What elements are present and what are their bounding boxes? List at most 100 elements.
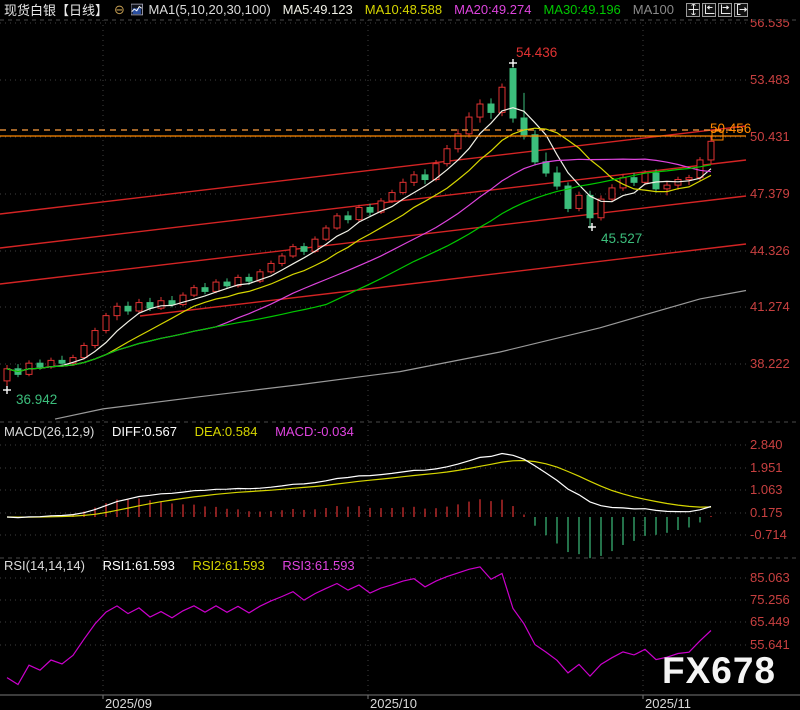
y-axis-label: 47.379: [750, 186, 790, 201]
candle-body[interactable]: [224, 282, 230, 286]
candle-body[interactable]: [4, 369, 10, 381]
price-annotation: 54.436: [516, 45, 557, 60]
rsi-header: RSI(14,14,14) RSI1:61.593 RSI2:61.593 RS…: [4, 558, 369, 573]
candle-body[interactable]: [191, 288, 197, 295]
candle-body[interactable]: [411, 175, 417, 182]
watermark: FX678: [662, 650, 776, 692]
candle-body[interactable]: [642, 173, 648, 182]
x-axis-label: 2025/11: [645, 696, 691, 710]
collapse-icon[interactable]: ⊖: [114, 2, 125, 18]
candle-body[interactable]: [510, 69, 516, 118]
price-annotation: 45.527: [601, 231, 642, 246]
x-axis-label: 2025/10: [370, 696, 417, 710]
candle-body[interactable]: [609, 188, 615, 199]
y-axis-label: 65.449: [750, 614, 790, 629]
candle-body[interactable]: [466, 117, 472, 134]
price-annotation: 50.456: [710, 121, 751, 136]
candle-body[interactable]: [158, 301, 164, 308]
candle-body[interactable]: [202, 288, 208, 292]
rsi2-value: RSI2:61.593: [192, 558, 264, 573]
trendline[interactable]: [0, 126, 746, 214]
y-axis-label: 53.483: [750, 72, 790, 87]
instrument-title: 现货白银【日线】: [4, 0, 108, 19]
candle-body[interactable]: [290, 247, 296, 256]
trendline[interactable]: [140, 244, 746, 316]
rsi-settings-label: RSI(14,14,14): [4, 558, 85, 573]
y-axis-label: 44.326: [750, 243, 790, 258]
ma30-line: [7, 165, 711, 372]
y-axis-label: 1.951: [750, 460, 783, 475]
ma30-value: MA30:49.196: [543, 2, 620, 17]
candle-body[interactable]: [301, 247, 307, 252]
candle-body[interactable]: [169, 301, 175, 305]
candle-body[interactable]: [422, 175, 428, 180]
candle-body[interactable]: [279, 256, 285, 263]
candle-body[interactable]: [268, 263, 274, 271]
y-axis-label: 0.175: [750, 505, 783, 520]
move-icon[interactable]: [686, 3, 700, 17]
candle-body[interactable]: [697, 160, 703, 178]
candle-body[interactable]: [345, 216, 351, 220]
candle-body[interactable]: [356, 207, 362, 219]
candle-body[interactable]: [367, 207, 373, 212]
candle-body[interactable]: [488, 104, 494, 112]
candle-body[interactable]: [37, 363, 43, 367]
candle-body[interactable]: [136, 303, 142, 311]
ma-settings-label: MA1(5,10,20,30,100): [149, 2, 271, 17]
candle-body[interactable]: [81, 345, 87, 357]
candle-body[interactable]: [653, 173, 659, 189]
candle-body[interactable]: [499, 87, 505, 112]
candle-body[interactable]: [92, 331, 98, 346]
candle-body[interactable]: [686, 178, 692, 180]
chart-header: 现货白银【日线】 ⊖ MA1(5,10,20,30,100) MA5:49.12…: [0, 0, 800, 19]
candle-body[interactable]: [246, 277, 252, 281]
y-axis-label: 2.840: [750, 437, 783, 452]
candle-body[interactable]: [103, 316, 109, 331]
trading-chart-window: 现货白银【日线】 ⊖ MA1(5,10,20,30,100) MA5:49.12…: [0, 0, 800, 710]
candle-body[interactable]: [587, 195, 593, 217]
candlestick-chart-icon: [131, 3, 143, 16]
y-axis-label: 1.063: [750, 482, 783, 497]
exit-icon[interactable]: [734, 3, 748, 17]
macd-dea-value: DEA:0.584: [195, 424, 258, 439]
candle-body[interactable]: [554, 173, 560, 186]
ma100-label: MA100: [633, 2, 674, 17]
candle-body[interactable]: [323, 228, 329, 239]
candle-body[interactable]: [708, 141, 714, 160]
y-axis-label: 50.431: [750, 129, 790, 144]
rsi1-value: RSI1:61.593: [103, 558, 175, 573]
scale-left-icon[interactable]: [702, 3, 716, 17]
scale-right-icon[interactable]: [718, 3, 732, 17]
ma20-value: MA20:49.274: [454, 2, 531, 17]
candle-body[interactable]: [444, 149, 450, 164]
y-axis-label: -0.714: [750, 527, 787, 542]
macd-diff-value: DIFF:0.567: [112, 424, 177, 439]
candle-body[interactable]: [59, 360, 65, 363]
candle-body[interactable]: [543, 162, 549, 173]
y-axis-label: 41.274: [750, 299, 790, 314]
ma10-value: MA10:48.588: [365, 2, 442, 17]
macd-hist-value: MACD:-0.034: [275, 424, 354, 439]
candle-body[interactable]: [532, 135, 538, 162]
y-axis-label: 75.256: [750, 592, 790, 607]
y-axis-label: 38.222: [750, 356, 790, 371]
candle-body[interactable]: [521, 118, 527, 135]
candle-body[interactable]: [213, 282, 219, 291]
candle-body[interactable]: [400, 182, 406, 192]
candle-body[interactable]: [389, 193, 395, 201]
candle-body[interactable]: [477, 104, 483, 117]
x-axis-label: 2025/09: [105, 696, 152, 710]
candle-body[interactable]: [125, 306, 131, 311]
candle-body[interactable]: [334, 216, 340, 228]
y-axis-label: 85.063: [750, 570, 790, 585]
rsi-line: [7, 567, 711, 685]
price-annotation: 36.942: [16, 392, 57, 407]
rsi3-value: RSI3:61.593: [282, 558, 354, 573]
candle-body[interactable]: [631, 178, 637, 183]
candle-body[interactable]: [664, 185, 670, 189]
candle-body[interactable]: [114, 306, 120, 315]
candle-body[interactable]: [147, 303, 153, 309]
candle-body[interactable]: [576, 195, 582, 208]
chart-toolbar: [686, 3, 748, 17]
chart-canvas[interactable]: 56.53553.48350.43147.37944.32641.27438.2…: [0, 0, 800, 710]
